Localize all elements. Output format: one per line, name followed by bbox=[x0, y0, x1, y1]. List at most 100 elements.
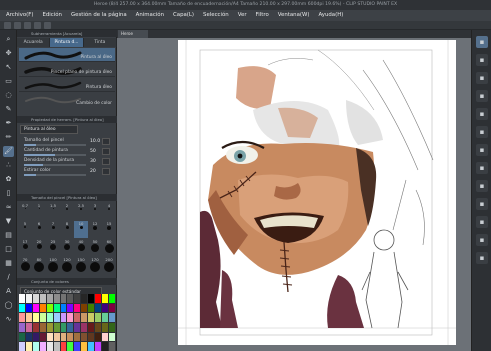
brush-size-slider[interactable] bbox=[24, 144, 86, 146]
brush-size-item[interactable]: 20 bbox=[32, 239, 46, 256]
new-file-icon[interactable] bbox=[4, 22, 11, 29]
color-stretch-slider[interactable] bbox=[24, 174, 86, 176]
color-swatch[interactable] bbox=[81, 342, 88, 351]
brush-size-item[interactable]: 15 bbox=[102, 221, 116, 238]
color-swatch[interactable] bbox=[95, 294, 102, 303]
brush-size-item[interactable]: 40 bbox=[74, 239, 88, 256]
save-icon[interactable] bbox=[24, 22, 31, 29]
color-swatch[interactable] bbox=[67, 313, 74, 322]
lasso-icon[interactable]: ◌ bbox=[3, 90, 14, 101]
color-swatch[interactable] bbox=[109, 322, 115, 332]
color-swatch[interactable] bbox=[81, 322, 88, 332]
color-swatch[interactable] bbox=[39, 294, 46, 303]
color-swatch[interactable] bbox=[60, 303, 67, 313]
brush-size-item[interactable]: 80 bbox=[32, 257, 46, 274]
color-swatch[interactable] bbox=[39, 313, 46, 322]
brush-size-item[interactable]: 30 bbox=[60, 239, 74, 256]
color-swatch[interactable] bbox=[39, 342, 46, 351]
color-swatch[interactable] bbox=[81, 294, 88, 303]
brush-size-item[interactable]: 0.7 bbox=[18, 203, 32, 220]
brush-size-item[interactable]: 25 bbox=[46, 239, 60, 256]
color-swatch[interactable] bbox=[88, 294, 95, 303]
brush-size-item[interactable]: 50 bbox=[88, 239, 102, 256]
color-swatch[interactable] bbox=[102, 303, 109, 313]
color-swatch[interactable] bbox=[25, 342, 32, 351]
color-swatch[interactable] bbox=[53, 303, 60, 313]
color-swatch[interactable] bbox=[32, 313, 39, 322]
layer-panel-icon[interactable]: ▪ bbox=[476, 36, 488, 48]
document-tab[interactable]: Heroe bbox=[118, 30, 148, 38]
brush-size-item[interactable]: 200 bbox=[102, 257, 116, 274]
color-swatch[interactable] bbox=[53, 332, 60, 342]
gradient-icon[interactable]: ▤ bbox=[3, 230, 14, 241]
color-swatch[interactable] bbox=[67, 332, 74, 342]
brush-size-item[interactable]: 5 bbox=[18, 221, 32, 238]
fill-icon[interactable]: ▼ bbox=[3, 216, 14, 227]
property-brush-size[interactable]: Tamaño del pincel 10.0 bbox=[20, 138, 114, 147]
ruler-icon[interactable]: ∕ bbox=[3, 272, 14, 283]
brush-size-item[interactable]: 1.5 bbox=[46, 203, 60, 220]
material-screen-icon[interactable]: ▪ bbox=[476, 252, 488, 264]
color-swatch[interactable] bbox=[74, 303, 81, 313]
brush-icon[interactable]: 🖌 bbox=[3, 146, 14, 157]
paint-amount-slider[interactable] bbox=[24, 154, 86, 156]
brush-size-item[interactable]: 12 bbox=[88, 221, 102, 238]
color-swatch[interactable] bbox=[19, 313, 25, 322]
brush-size-item[interactable]: 10 bbox=[74, 221, 88, 238]
paint-density-slider[interactable] bbox=[24, 164, 86, 166]
color-swatch[interactable] bbox=[67, 294, 74, 303]
material-icon[interactable]: ▪ bbox=[476, 144, 488, 156]
paint-amount-button[interactable] bbox=[102, 148, 110, 155]
correct-line-icon[interactable]: ∿ bbox=[3, 314, 14, 325]
color-swatch[interactable] bbox=[32, 322, 39, 332]
brush-item-pincel-plano[interactable]: Pincel plano de pintura óleo bbox=[19, 63, 115, 77]
menu-file[interactable]: Archivo(F) bbox=[6, 10, 33, 21]
color-swatch[interactable] bbox=[88, 332, 95, 342]
menu-edit[interactable]: Edición bbox=[42, 10, 62, 21]
color-swatch[interactable] bbox=[53, 342, 60, 351]
color-swatch[interactable] bbox=[60, 332, 67, 342]
color-swatch[interactable] bbox=[19, 303, 25, 313]
tab-tinta[interactable]: Tinta bbox=[83, 38, 117, 47]
color-swatch[interactable] bbox=[19, 342, 25, 351]
menu-page[interactable]: Gestión de la página bbox=[71, 10, 127, 21]
balloon-icon[interactable]: ◯ bbox=[3, 300, 14, 311]
color-swatch[interactable] bbox=[102, 294, 109, 303]
color-swatch[interactable] bbox=[88, 342, 95, 351]
color-swatch[interactable] bbox=[32, 342, 39, 351]
brush-item-pintura-oleo[interactable]: Pintura al óleo bbox=[19, 48, 115, 62]
zoom-icon[interactable]: ⌕ bbox=[3, 34, 14, 45]
brush-size-item[interactable]: 100 bbox=[46, 257, 60, 274]
color-swatch[interactable] bbox=[19, 322, 25, 332]
layer-property-icon[interactable]: ▪ bbox=[476, 54, 488, 66]
color-swatch[interactable] bbox=[25, 332, 32, 342]
brush-size-item[interactable]: 120 bbox=[60, 257, 74, 274]
redo-icon[interactable] bbox=[44, 22, 51, 29]
color-swatch[interactable] bbox=[95, 332, 102, 342]
color-swatch[interactable] bbox=[102, 322, 109, 332]
color-swatch[interactable] bbox=[46, 313, 53, 322]
color-swatch[interactable] bbox=[67, 322, 74, 332]
brush-size-item[interactable]: 2.5 bbox=[74, 203, 88, 220]
canvas-page[interactable] bbox=[178, 40, 456, 345]
color-swatch[interactable] bbox=[32, 303, 39, 313]
animation-icon[interactable]: ▪ bbox=[476, 126, 488, 138]
color-swatch[interactable] bbox=[25, 322, 32, 332]
menu-view[interactable]: Ver bbox=[238, 10, 247, 21]
color-swatch[interactable] bbox=[74, 313, 81, 322]
menu-layer[interactable]: Capa(L) bbox=[173, 10, 194, 21]
color-swatch[interactable] bbox=[109, 342, 115, 351]
color-swatch[interactable] bbox=[109, 294, 115, 303]
color-swatch[interactable] bbox=[67, 342, 74, 351]
color-swatch[interactable] bbox=[46, 303, 53, 313]
color-swatch[interactable] bbox=[88, 303, 95, 313]
move-icon[interactable]: ✥ bbox=[3, 48, 14, 59]
color-swatch[interactable] bbox=[67, 303, 74, 313]
color-swatch[interactable] bbox=[46, 342, 53, 351]
brush-size-item[interactable]: 1 bbox=[32, 203, 46, 220]
color-swatch[interactable] bbox=[109, 332, 115, 342]
color-swatch[interactable] bbox=[95, 342, 102, 351]
color-swatch[interactable] bbox=[74, 332, 81, 342]
pencil-icon[interactable]: ✏ bbox=[3, 132, 14, 143]
color-swatch[interactable] bbox=[53, 322, 60, 332]
